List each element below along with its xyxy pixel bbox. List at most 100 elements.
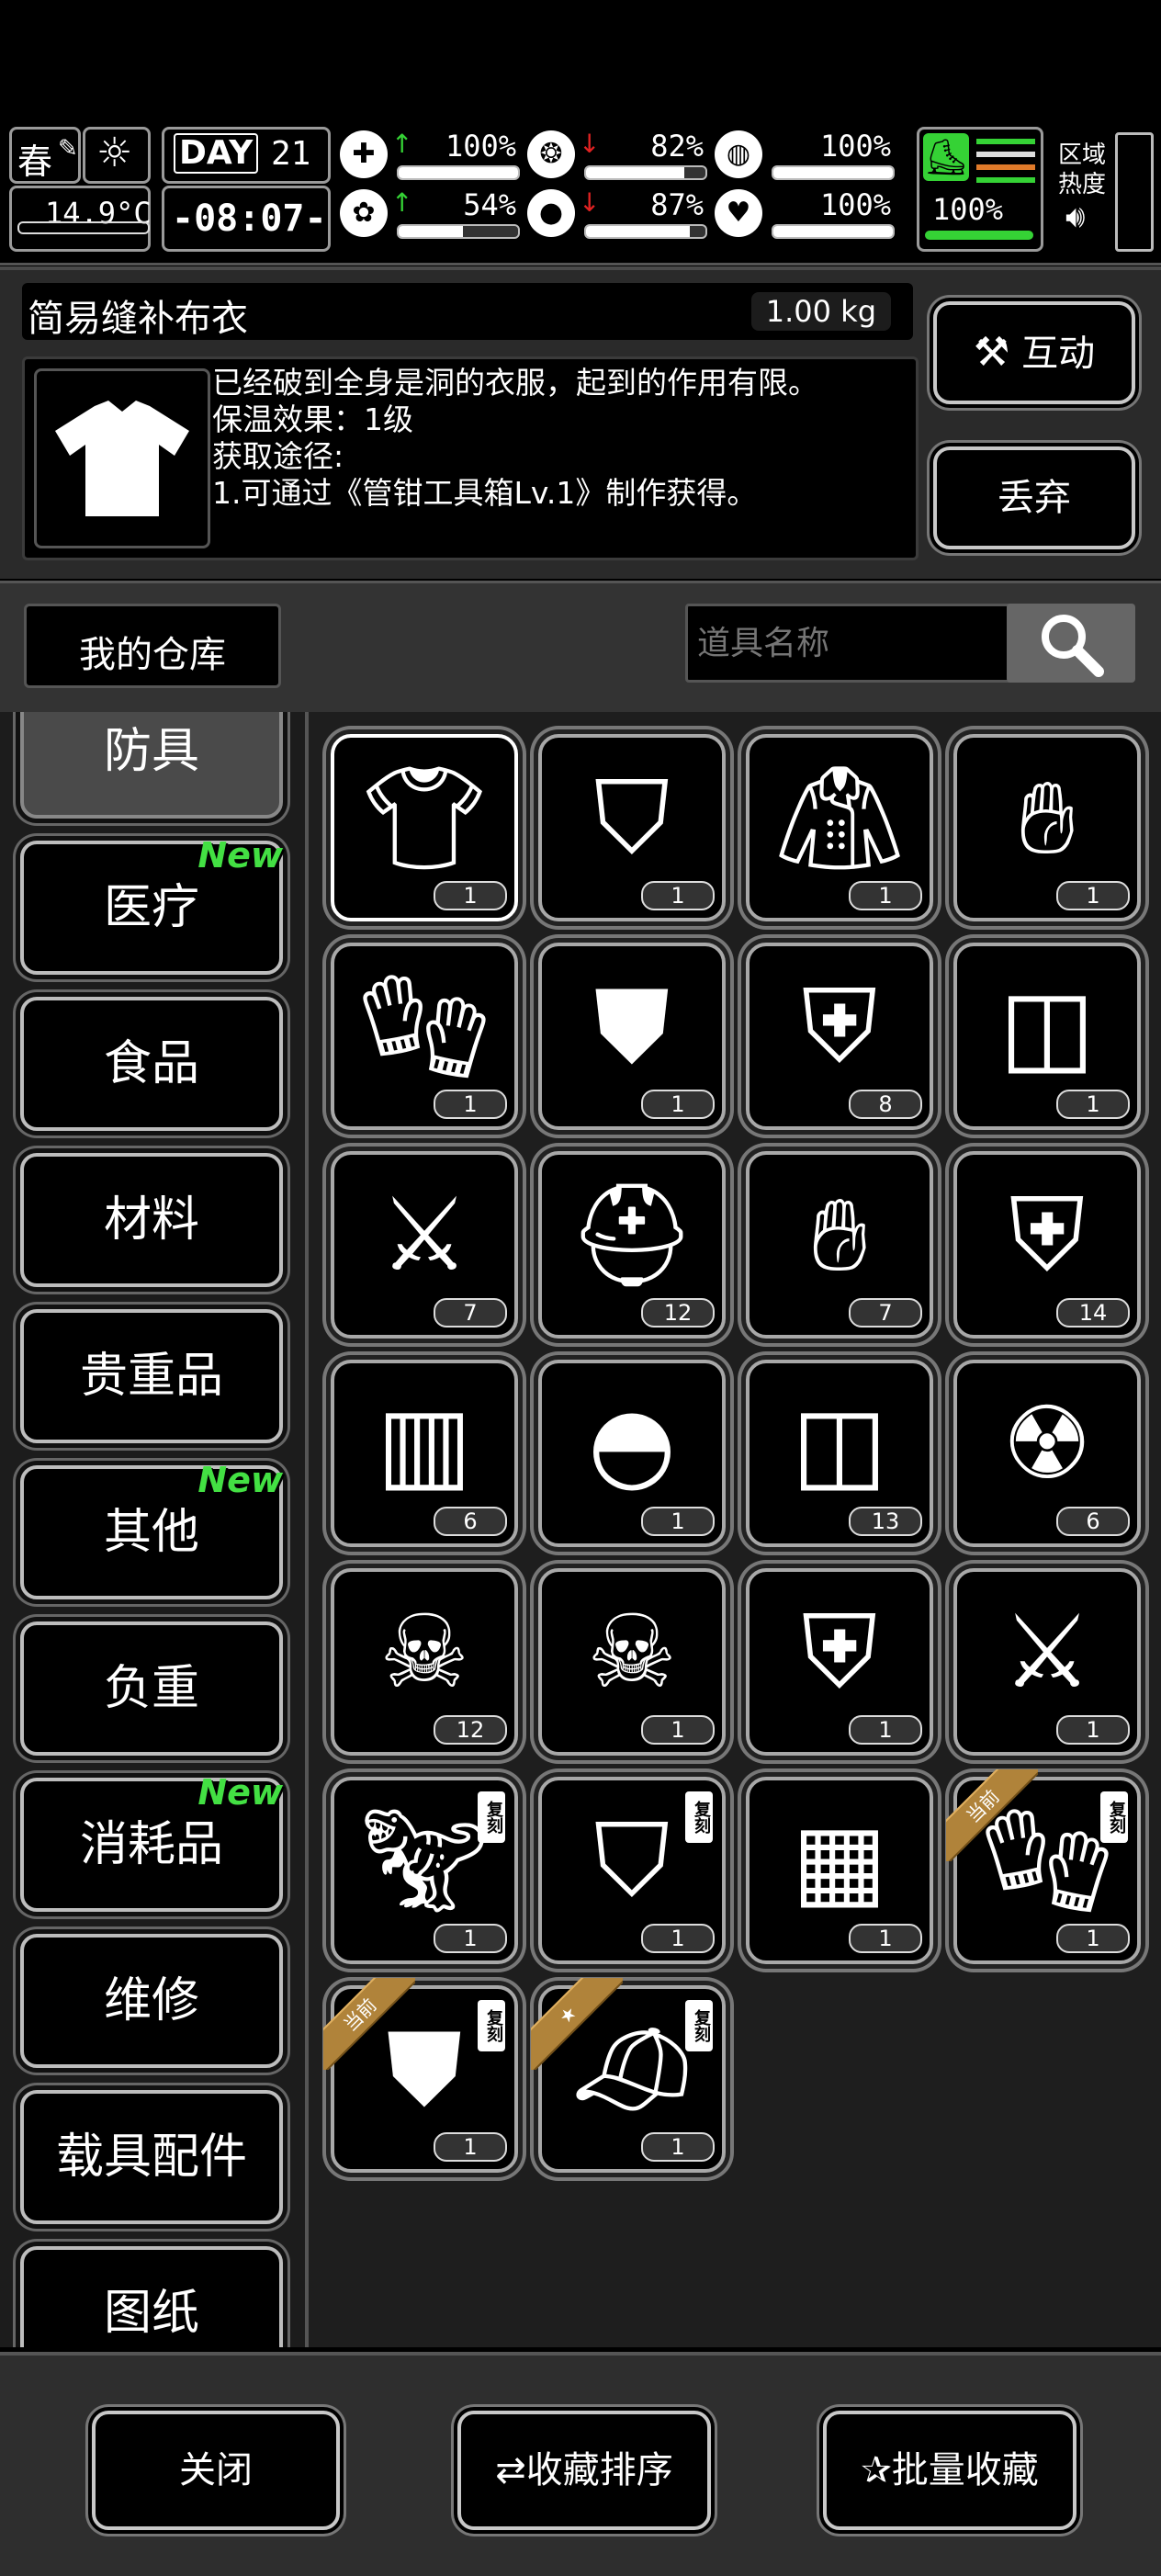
hammer-icon: ⚒: [973, 329, 1010, 376]
stat-value: 54%: [463, 187, 516, 222]
item-slot[interactable]: ▥ 6: [331, 1360, 518, 1547]
ragged-pants-icon: ⛉: [593, 759, 671, 876]
water-drop-icon: ●: [527, 189, 575, 237]
category-6[interactable]: 负重: [20, 1621, 283, 1756]
item-slot[interactable]: ✋︎ 7: [746, 1151, 933, 1339]
item-grid[interactable]: 👕︎ 1 ⛉ 1 🧥︎ 1 ✋︎ 1 🧤︎ 1 ⛊ 1 ⛨ 8 ◫ 1 ⚔ 7 ⛑ 12 ✋︎ 7 ⛨ 14 ▥ 6 ◓ 1 ◫ 13 ☢ 6…: [309, 712, 1161, 2347]
reissue-tag: 复刻: [685, 2000, 713, 2051]
item-quantity: 14: [1056, 1298, 1130, 1328]
current-ribbon: 当前: [946, 1769, 1038, 1861]
sun-icon: ☼: [96, 130, 133, 176]
batch-favorite-button[interactable]: ✰批量收藏: [823, 2411, 1076, 2530]
search-icon: [1042, 615, 1104, 677]
stat-heart: ♥ 100%: [715, 187, 896, 243]
body-armor-icon: ⛨: [801, 967, 878, 1085]
current-ribbon: 当前: [323, 1978, 415, 2070]
knee-pads-icon: ◫: [792, 1384, 887, 1502]
category-5[interactable]: 其他 New: [20, 1462, 283, 1599]
item-slot[interactable]: 🧥︎ 1: [746, 734, 933, 921]
item-slot[interactable]: 🧢︎ 1 复刻 ★: [531, 1978, 726, 2173]
exo-armor-icon: ⛨: [1009, 1176, 1086, 1294]
item-slot[interactable]: 🧤︎ 1 复刻 当前: [946, 1769, 1141, 1964]
current-ribbon: ★: [531, 1978, 623, 2070]
category-9[interactable]: 载具配件: [20, 2090, 283, 2224]
category-label: 医疗: [103, 880, 199, 935]
category-1[interactable]: 医疗 New: [20, 837, 283, 975]
stat-bar: [772, 165, 895, 180]
category-sidebar[interactable]: 防具 医疗 New 食品 材料 贵重品 其他 New 负重 消耗品 New 维修 载具配件 图纸: [0, 712, 309, 2347]
close-button[interactable]: 关闭: [92, 2411, 340, 2530]
category-0[interactable]: 防具: [20, 712, 283, 819]
item-slot[interactable]: ☠ 1: [538, 1568, 726, 1756]
item-quantity: 1: [641, 2132, 715, 2162]
item-slot[interactable]: ▦ 1: [746, 1777, 933, 1964]
interact-button[interactable]: ⚒ 互动: [933, 301, 1135, 404]
item-quantity: 1: [1056, 881, 1130, 910]
item-slot[interactable]: ⚔ 1: [953, 1568, 1141, 1756]
category-label: 维修: [103, 1973, 199, 2028]
item-slot[interactable]: ⛨ 1: [746, 1568, 933, 1756]
item-slot[interactable]: ☢ 6: [953, 1360, 1141, 1547]
desc-line-4: 1.可通过《管钳工具箱Lv.1》制作获得。: [212, 475, 758, 511]
item-slot[interactable]: ◓ 1: [538, 1360, 726, 1547]
category-2[interactable]: 食品: [20, 997, 283, 1131]
item-quantity: 7: [849, 1298, 922, 1328]
stat-bar: [584, 224, 707, 239]
close-label: 关闭: [179, 2449, 253, 2491]
arrow-down-icon: ↓: [579, 187, 601, 218]
status-bar: 春 ✎ ☼ 14.9°C DAY 21 -08:07- ✚ ↑ 100% ❂ ↓ 82% ◍…: [0, 125, 1161, 266]
stat-value: 100%: [819, 129, 891, 164]
category-4[interactable]: 贵重品: [20, 1309, 283, 1443]
item-slot[interactable]: 👕︎ 1: [331, 734, 518, 921]
item-description: 已经破到全身是洞的衣服，起到的作用有限。 保温效果：1级 获取途径: 1.可通过…: [212, 365, 818, 512]
desc-line-2: 保温效果：1级: [212, 401, 413, 437]
item-slot[interactable]: ⛉ 1: [538, 734, 726, 921]
sort-favorites-button[interactable]: ⇄收藏排序: [457, 2411, 711, 2530]
search-input[interactable]: [685, 604, 1021, 683]
gas-mask-icon: ☢: [1001, 1384, 1093, 1502]
item-slot[interactable]: ⛊ 1: [538, 943, 726, 1130]
heat-label: 热度: [1058, 171, 1107, 198]
item-slot[interactable]: ⛨ 8: [746, 943, 933, 1130]
item-slot[interactable]: 🦖︎ 1 复刻: [331, 1777, 518, 1964]
ribbon-label: 当前: [946, 1769, 1038, 1861]
item-slot[interactable]: ⚔ 7: [331, 1151, 518, 1339]
search-button[interactable]: [1007, 604, 1135, 683]
item-quantity: 1: [641, 1715, 715, 1745]
category-label: 负重: [103, 1661, 199, 1716]
category-label: 其他: [103, 1505, 199, 1560]
item-slot[interactable]: ⛨ 14: [953, 1151, 1141, 1339]
category-10[interactable]: 图纸: [20, 2246, 283, 2347]
jacket-icon: 🧥︎: [775, 759, 904, 876]
item-quantity: 12: [641, 1298, 715, 1328]
discard-button[interactable]: 丢弃: [933, 446, 1135, 549]
stat-bar-fill: [586, 226, 691, 237]
fur-coat-icon: ⛊: [593, 967, 671, 1085]
day-label: DAY: [174, 133, 259, 174]
item-slot[interactable]: ◫ 13: [746, 1360, 933, 1547]
item-quantity: 1: [434, 881, 507, 910]
category-7[interactable]: 消耗品 New: [20, 1774, 283, 1912]
batch-label: 批量收藏: [891, 2449, 1039, 2491]
item-slot[interactable]: ⛑ 12: [538, 1151, 726, 1339]
swap-arrows-icon: ⇄: [495, 2449, 526, 2491]
tshirt-icon: 👕︎: [360, 759, 489, 876]
item-slot[interactable]: ⛉ 1 复刻: [538, 1777, 726, 1964]
category-8[interactable]: 维修: [20, 1934, 283, 2068]
region-heat[interactable]: 区域 热度 🔊︎: [1054, 134, 1110, 244]
category-3[interactable]: 材料: [20, 1153, 283, 1287]
arrow-up-icon: ↑: [391, 129, 413, 159]
item-slot[interactable]: ⛊ 1 复刻 当前: [323, 1978, 518, 2173]
new-badge: New: [197, 835, 283, 876]
item-slot[interactable]: 🧤︎ 1: [331, 943, 518, 1130]
stat-bar: [584, 165, 707, 180]
stat-brain: ✿ ↑ 54%: [340, 187, 522, 243]
item-name-bar: 简易缝补布衣 1.00 kg: [22, 283, 913, 340]
reissue-tag: 复刻: [478, 1791, 505, 1843]
item-slot[interactable]: ✋︎ 1: [953, 734, 1141, 921]
item-slot[interactable]: ◫ 1: [953, 943, 1141, 1130]
stat-bar: [772, 224, 895, 239]
item-quantity: 1: [849, 1924, 922, 1953]
clock-value: -08:07-: [172, 198, 327, 240]
item-slot[interactable]: ☠ 12: [331, 1568, 518, 1756]
